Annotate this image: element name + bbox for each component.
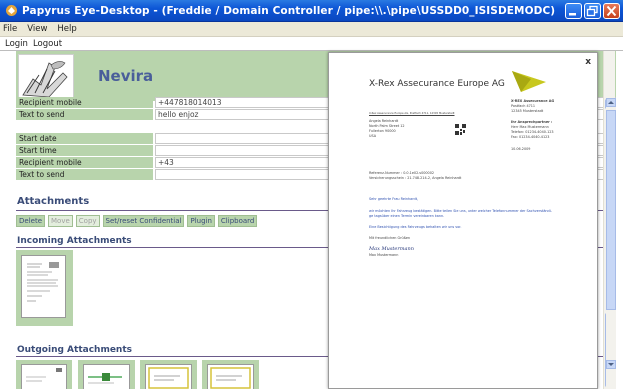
- letter-company-name: X-Rex Assecurance Europe AG: [369, 79, 505, 89]
- preview-scrollbar-thumb[interactable]: [606, 110, 616, 310]
- confidential-button[interactable]: Set/reset Confidential: [102, 215, 185, 227]
- document-page-icon: [21, 364, 67, 389]
- letter-signature: Max Mustermann: [369, 246, 414, 252]
- document-page-icon: [83, 364, 130, 389]
- letter-contact-label: Ihr Ansprechpartner :: [511, 120, 553, 124]
- outgoing-attachment-2[interactable]: [78, 360, 135, 389]
- letter-signer: Max Mustermann: [369, 253, 399, 257]
- maximize-button[interactable]: [584, 3, 601, 19]
- recipient-mobile-label: Recipient mobile: [16, 97, 153, 108]
- minimize-button[interactable]: [565, 3, 582, 19]
- letter-company-block-1: X-REX Assecurance AG: [511, 99, 555, 103]
- letter-reference-1: Referenz-Nummer : 0.0.1e02.s000002: [369, 171, 435, 175]
- plugin-button[interactable]: Plugin: [187, 215, 215, 227]
- letter-company-block-3: 12345 Musterstadt: [511, 109, 544, 113]
- scroll-down-icon[interactable]: [606, 360, 616, 369]
- letter-recipient-line-4: USA: [369, 134, 377, 138]
- delete-button[interactable]: Delete: [16, 215, 45, 227]
- document-page-icon: [207, 364, 254, 389]
- start-date-label: Start date: [16, 133, 153, 144]
- letter-body-1: wir möchten Ihr Fahrzeug bestätigen. Bit…: [369, 209, 552, 213]
- company-logo: [512, 71, 546, 92]
- minimize-icon: [569, 13, 576, 16]
- close-icon: [606, 5, 617, 17]
- menu-help[interactable]: Help: [57, 24, 76, 34]
- letter-company-block-2: Postfach 4711: [511, 104, 536, 108]
- letter-recipient-line-1: Angela Reinhardt: [369, 119, 399, 123]
- outgoing-attachments-title: Outgoing Attachments: [17, 345, 132, 355]
- login-link[interactable]: Login: [5, 39, 28, 49]
- letter-contact-1: Herr Max Mustermann: [511, 125, 549, 129]
- document-page-icon: [145, 364, 192, 389]
- preview-close-icon[interactable]: x: [585, 57, 591, 67]
- outgoing-attachment-4[interactable]: [202, 360, 259, 389]
- recipient-mobile-label: Recipient mobile: [16, 157, 153, 168]
- letter-contact-2: Telefon: 01234-4040-123: [511, 130, 554, 134]
- text-to-send-label: Text to send: [16, 169, 153, 180]
- clipboard-button[interactable]: Clipboard: [217, 215, 258, 227]
- letter-reference-2: Versicherungsschein : 21.748.214-2, Ange…: [369, 176, 462, 180]
- letter-body-2: ge tagsüber einen Termin vereinbaren kan…: [369, 214, 445, 218]
- brand-title: Nevira: [98, 67, 154, 85]
- qr-code-icon: [455, 124, 466, 135]
- outgoing-attachment-3[interactable]: [140, 360, 197, 389]
- attachments-toolbar: Delete Move Copy Set/reset Confidential …: [16, 215, 260, 227]
- text-to-send-label: Text to send: [16, 109, 153, 120]
- close-button[interactable]: [603, 3, 620, 19]
- document-page-icon: [21, 255, 66, 318]
- window-titlebar: Papyrus Eye-Desktop - (Freddie / Domain …: [0, 0, 623, 22]
- attachments-title: Attachments: [17, 196, 90, 207]
- incoming-attachment-thumbnail[interactable]: [16, 250, 73, 326]
- outgoing-attachment-1[interactable]: [16, 360, 72, 389]
- logout-link[interactable]: Logout: [33, 39, 62, 49]
- maximize-icon: [586, 5, 598, 17]
- move-button[interactable]: Move: [48, 215, 73, 227]
- copy-button[interactable]: Copy: [75, 215, 100, 227]
- letter-date: 10.06.2009: [511, 147, 531, 151]
- letter-recipient-line-3: Fullerton 90000: [369, 129, 396, 133]
- app-icon: [6, 5, 17, 16]
- letter-contact-3: Fax: 01234-4040-4123: [511, 135, 550, 139]
- link-bar: Login Logout: [0, 37, 623, 51]
- menu-bar: File View Help: [0, 22, 623, 37]
- letter-sender-line: X-Rex Assecurance Europe AG, Postfach 47…: [369, 112, 455, 115]
- menu-file[interactable]: File: [3, 24, 17, 34]
- letter-recipient-line-2: North Palm Street 12: [369, 124, 405, 128]
- start-time-label: Start time: [16, 145, 153, 156]
- letter-salutation: Sehr geehrte Frau Reinhardt,: [369, 197, 419, 201]
- letter-body-3: Eine Besichtigung des Fahrzeugs behalten…: [369, 225, 462, 229]
- document-preview-popup: x X-Rex Assecurance Europe AG X-Rex Asse…: [328, 52, 598, 389]
- logo-image: [18, 54, 74, 100]
- incoming-attachments-title: Incoming Attachments: [17, 236, 132, 246]
- scroll-up-icon[interactable]: [606, 98, 616, 107]
- letter-closing: Mit freundlichen Grüßen: [369, 236, 411, 240]
- menu-view[interactable]: View: [27, 24, 47, 34]
- preview-scrollbar[interactable]: [606, 98, 616, 389]
- window-title: Papyrus Eye-Desktop - (Freddie / Domain …: [22, 4, 556, 17]
